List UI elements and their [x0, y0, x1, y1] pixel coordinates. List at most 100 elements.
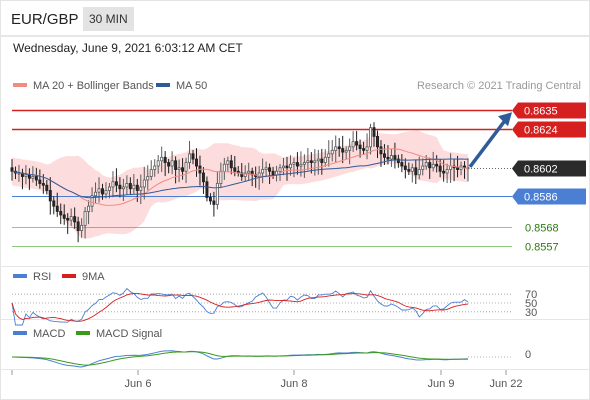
candle-body	[414, 167, 418, 176]
candle-body	[369, 127, 373, 148]
candle-body	[358, 144, 362, 149]
candle-body	[181, 167, 185, 172]
x-tick-label: Jun 22	[489, 378, 522, 390]
candle-body	[118, 184, 122, 190]
projection-line	[468, 118, 508, 168]
candle-body	[365, 146, 369, 151]
candle-body	[174, 160, 178, 170]
candle-body	[142, 179, 146, 188]
candle-body	[299, 163, 303, 167]
candle-body	[372, 127, 376, 137]
candle-body	[76, 221, 80, 231]
candle-body	[229, 160, 233, 169]
candle-body	[177, 167, 181, 170]
candle-body	[410, 167, 414, 172]
candle-body	[355, 141, 359, 146]
candle-body	[114, 181, 118, 186]
candle-body	[431, 163, 435, 169]
candle-body	[348, 146, 352, 151]
candle-body	[362, 148, 366, 151]
candle-body	[302, 162, 306, 165]
candle-body	[132, 184, 136, 190]
candle-body	[264, 167, 268, 170]
candle-body	[456, 167, 460, 170]
candle-body	[382, 153, 386, 158]
candle-body	[215, 183, 219, 205]
candle-body	[24, 174, 28, 177]
candle-body	[170, 160, 174, 167]
candle-body	[73, 216, 77, 223]
candle-body	[80, 224, 84, 231]
candle-body	[160, 156, 164, 162]
candle-body	[17, 172, 21, 175]
candle-body	[289, 163, 292, 169]
candle-body	[41, 183, 45, 186]
current-price-label: 0.8602	[524, 164, 558, 176]
candle-body	[337, 146, 341, 149]
candle-body	[442, 170, 446, 174]
candle-body	[417, 169, 421, 176]
candle-body	[282, 165, 285, 169]
candle-body	[205, 181, 209, 198]
candle-body	[306, 160, 310, 163]
level-label: 0.8557	[525, 242, 559, 254]
candle-body	[94, 191, 98, 197]
x-tick-label: Jun 6	[125, 378, 152, 390]
candle-body	[62, 214, 66, 219]
candle-body	[233, 167, 237, 172]
candle-body	[38, 179, 42, 184]
bollinger-band-fill	[12, 130, 468, 239]
candle-body	[10, 167, 14, 172]
candle-body	[278, 167, 282, 172]
projection-arrow	[468, 112, 512, 168]
candle-body	[341, 148, 345, 153]
candle-body	[121, 186, 125, 190]
candle-body	[31, 176, 35, 179]
candle-body	[309, 160, 313, 163]
price-chart: 0.86350.86240.85860.85680.85570.8602 705…	[0, 36, 590, 390]
candle-body	[330, 149, 334, 155]
candle-body	[389, 155, 393, 160]
candle-body	[34, 176, 38, 181]
candle-body	[219, 170, 223, 184]
candle-body	[125, 183, 129, 188]
candle-body	[268, 167, 272, 172]
level-label: 0.8635	[524, 106, 558, 118]
candle-body	[376, 135, 379, 148]
bollinger-band	[12, 130, 468, 239]
x-axis: Jun 6 Jun 8 Jun 9 Jun 22	[11, 370, 523, 390]
candle-body	[428, 162, 432, 169]
candle-body	[184, 162, 188, 172]
candle-body	[320, 158, 324, 163]
candle-body	[445, 169, 449, 174]
candle-body	[146, 176, 150, 181]
macd-zero-label: 0	[525, 349, 531, 361]
candle-body	[195, 158, 198, 167]
candle-body	[111, 181, 115, 188]
level-label: 0.8624	[524, 125, 558, 137]
candle-body	[323, 156, 327, 163]
candle-body	[45, 184, 49, 191]
candle-body	[149, 169, 153, 177]
candle-body	[107, 186, 111, 191]
candle-body	[334, 146, 338, 151]
candle-body	[52, 200, 56, 207]
candle-body	[163, 156, 167, 163]
candle-body	[101, 188, 104, 195]
candle-body	[247, 170, 251, 174]
candle-body	[97, 188, 101, 193]
candle-body	[292, 162, 296, 165]
level-label: 0.8586	[524, 192, 558, 204]
candle-body	[69, 216, 73, 221]
candle-body	[55, 205, 59, 212]
candle-body	[135, 184, 139, 191]
candle-body	[316, 158, 320, 162]
candle-body	[208, 197, 212, 202]
candle-body	[191, 153, 195, 160]
candle-body	[424, 162, 428, 167]
candle-body	[379, 146, 383, 155]
candle-body	[188, 153, 191, 163]
candle-body	[59, 211, 63, 216]
rsi-9ma-line	[11, 292, 469, 322]
candle-body	[435, 163, 439, 167]
